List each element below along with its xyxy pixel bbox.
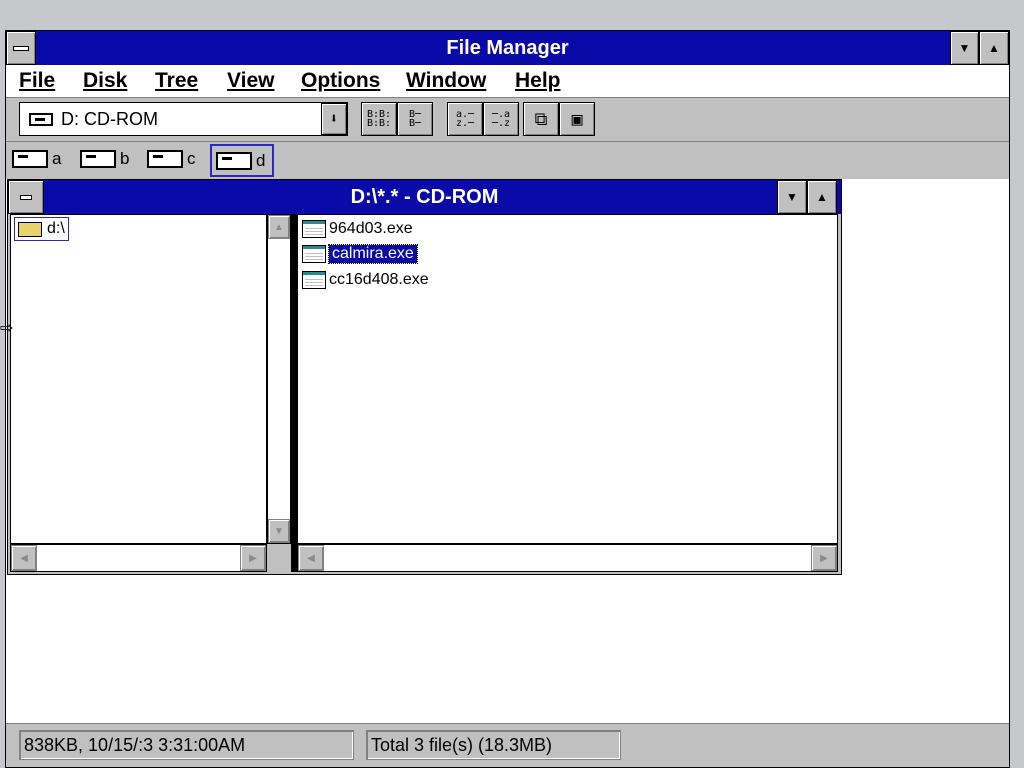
disconnect-drive-icon: B─ B─ — [408, 109, 422, 129]
executable-file-icon — [302, 220, 326, 238]
cdrom-drive-icon — [216, 151, 252, 170]
menu-window[interactable]: Window — [406, 69, 486, 93]
file-list-item[interactable]: 964d03.exe — [302, 217, 413, 241]
directory-system-menu-button[interactable] — [8, 180, 44, 214]
status-left-text: 838KB, 10/15/:3 3:31:00AM — [24, 734, 246, 755]
directory-window: D:\*.* - CD-ROM ▼ ▲ d:\ ▲ ▼ ◀ ▶ 964d03.e… — [7, 179, 842, 575]
menu-disk[interactable]: Disk — [83, 69, 127, 93]
disconnect-network-drive-button[interactable]: B─ B─ — [397, 102, 433, 136]
drive-bar: a b c d — [6, 141, 1009, 179]
drive-select-dropdown-button[interactable]: ⬇ — [321, 103, 347, 135]
scroll-up-button[interactable]: ▲ — [268, 215, 290, 239]
maximize-icon: ▲ — [988, 41, 1000, 55]
view-all-details-button[interactable]: ─.a ─.z — [483, 102, 519, 136]
connect-network-drive-button[interactable]: B:B: B:B: — [361, 102, 397, 136]
menu-bar: File Disk Tree View Options Window Help — [6, 65, 1009, 97]
floppy-drive-icon — [12, 150, 48, 168]
floppy-drive-icon — [80, 150, 116, 168]
arrow-down-icon: ▼ — [274, 525, 284, 537]
status-right-text: Total 3 file(s) (18.3MB) — [371, 734, 553, 755]
directory-title-bar[interactable]: D:\*.* - CD-ROM — [8, 180, 841, 214]
system-menu-button[interactable] — [6, 31, 36, 65]
directory-minimize-button[interactable]: ▼ — [777, 180, 807, 214]
drive-a-letter: a — [52, 149, 62, 168]
drive-a[interactable]: a — [12, 149, 61, 169]
view-name-button[interactable]: a.─ z.─ — [447, 102, 483, 136]
menu-tree[interactable]: Tree — [155, 69, 198, 93]
system-menu-icon — [20, 194, 32, 200]
scroll-down-button[interactable]: ▼ — [268, 519, 290, 543]
cdrom-drive-icon — [29, 112, 53, 126]
file-list-item[interactable]: cc16d408.exe — [302, 268, 429, 292]
sort-name-icon: a.─ z.─ — [455, 109, 475, 129]
executable-file-icon — [302, 245, 326, 263]
resize-cursor-icon: ⇨ — [0, 320, 14, 337]
menu-view[interactable]: View — [227, 69, 274, 93]
status-selected-file-info: 838KB, 10/15/:3 3:31:00AM — [19, 730, 354, 760]
arrow-right-icon: ▶ — [820, 552, 828, 564]
file-list-horizontal-scrollbar[interactable]: ◀ ▶ — [297, 544, 838, 572]
menu-options[interactable]: Options — [301, 69, 380, 93]
tree-horizontal-scrollbar[interactable]: ◀ ▶ — [10, 544, 267, 572]
file-name: cc16d408.exe — [329, 271, 429, 288]
file-list-pane[interactable]: 964d03.exe calmira.exe cc16d408.exe — [297, 214, 838, 544]
directory-maximize-button[interactable]: ▲ — [807, 180, 837, 214]
drive-c[interactable]: c — [147, 149, 196, 169]
tree-item-root[interactable]: d:\ — [14, 217, 69, 241]
hard-drive-icon — [147, 150, 183, 168]
minimize-button[interactable]: ▼ — [950, 31, 979, 65]
arrow-right-icon: ▶ — [249, 552, 257, 564]
tree-vertical-scrollbar[interactable]: ▲ ▼ — [267, 214, 291, 544]
maximize-icon: ▲ — [816, 190, 828, 204]
arrow-left-icon: ◀ — [307, 552, 315, 564]
scroll-right-button[interactable]: ▶ — [240, 545, 266, 571]
open-folder-icon — [18, 221, 42, 237]
drive-b[interactable]: b — [80, 149, 129, 169]
arrow-up-icon: ▲ — [274, 221, 284, 233]
main-title: File Manager — [446, 37, 569, 59]
drive-select[interactable]: D: CD-ROM ⬇ — [19, 102, 348, 136]
drive-select-value: D: CD-ROM — [61, 108, 158, 129]
main-title-bar[interactable]: File Manager — [6, 31, 1009, 65]
system-menu-icon — [13, 45, 29, 51]
scroll-right-button[interactable]: ▶ — [811, 545, 837, 571]
minimize-icon: ▼ — [958, 41, 971, 55]
toolbar: D: CD-ROM ⬇ B:B: B:B: B─ B─ a.─ z.─ ─.a ─.z … — [6, 97, 1009, 141]
scroll-left-button[interactable]: ◀ — [11, 545, 37, 571]
drive-b-letter: b — [120, 149, 130, 168]
executable-file-icon — [302, 271, 326, 289]
chevron-down-icon: ⬇ — [329, 110, 339, 127]
status-bar: 838KB, 10/15/:3 3:31:00AM Total 3 file(s… — [6, 723, 1009, 767]
tree-item-label: d:\ — [47, 220, 65, 237]
file-name: calmira.exe — [328, 244, 418, 264]
menu-help[interactable]: Help — [515, 69, 561, 93]
arrow-left-icon: ◀ — [20, 552, 28, 564]
drive-d[interactable]: d — [210, 144, 274, 177]
menu-file[interactable]: File — [19, 69, 55, 93]
file-list-item-selected[interactable]: calmira.exe — [302, 242, 418, 266]
directory-title: D:\*.* - CD-ROM — [350, 186, 499, 208]
scroll-left-button[interactable]: ◀ — [298, 545, 324, 571]
file-manager-window: File Manager ▼ ▲ File Disk Tree View Opt… — [5, 30, 1010, 768]
copy-icon: ⧉ — [534, 108, 548, 130]
copy-file-button[interactable]: ⧉ — [523, 102, 559, 136]
connect-drive-icon: B:B: B:B: — [366, 109, 392, 129]
move-file-button[interactable]: ▣ — [559, 102, 595, 136]
sort-type-icon: ─.a ─.z — [491, 109, 511, 129]
minimize-icon: ▼ — [786, 190, 798, 204]
status-total-files: Total 3 file(s) (18.3MB) — [366, 730, 621, 760]
drive-c-letter: c — [187, 149, 196, 168]
drive-d-letter: d — [256, 150, 266, 170]
maximize-button[interactable]: ▲ — [979, 31, 1009, 65]
file-name: 964d03.exe — [329, 220, 413, 237]
tree-pane[interactable]: d:\ — [10, 214, 267, 544]
move-icon: ▣ — [571, 108, 583, 130]
